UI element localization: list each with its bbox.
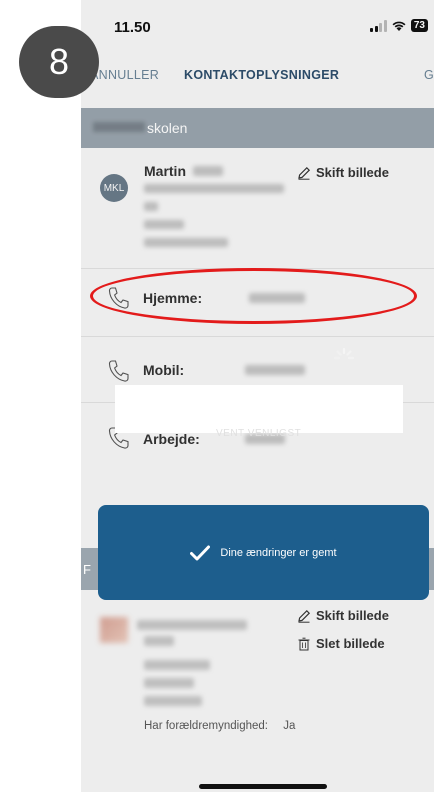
custody-row: Har forældremyndighed: Ja xyxy=(144,720,295,732)
status-bar: 11.50 73 xyxy=(81,0,434,50)
home-indicator[interactable] xyxy=(199,784,327,789)
status-time: 11.50 xyxy=(114,19,151,36)
nav-bar: ANNULLER KONTAKTOPLYSNINGER GEM xyxy=(81,50,434,100)
custody-label: Har forældremyndighed: xyxy=(144,720,269,732)
redacted-text xyxy=(144,220,184,229)
success-toast: Dine ændringer er gemt xyxy=(98,505,429,600)
battery-icon: 73 xyxy=(410,19,428,32)
phone-icon xyxy=(108,360,129,382)
school-header: skolen xyxy=(81,108,434,148)
wifi-icon xyxy=(392,21,406,31)
redacted-text xyxy=(144,660,210,670)
section-letter: F xyxy=(83,562,91,577)
redacted-text xyxy=(144,636,174,646)
trash-icon xyxy=(298,637,310,650)
change-photo-label: Skift billede xyxy=(316,165,389,180)
pencil-icon xyxy=(298,166,311,180)
contact-label-home: Hjemme: xyxy=(143,290,203,306)
toast-message: Dine ændringer er gemt xyxy=(220,546,337,559)
loading-spinner-icon xyxy=(333,347,355,360)
redacted-text xyxy=(144,238,228,247)
change-photo-button[interactable]: Skift billede xyxy=(297,165,389,180)
step-badge: 8 xyxy=(19,26,99,98)
custody-value: Ja xyxy=(283,720,296,732)
redacted-text xyxy=(144,184,284,193)
page-title: KONTAKTOPLYSNINGER xyxy=(184,68,340,82)
redacted-text xyxy=(193,166,223,176)
school-name: skolen xyxy=(147,120,188,136)
contact-row-home[interactable]: Hjemme: xyxy=(81,268,434,326)
redacted-text xyxy=(137,620,247,630)
status-icons: 73 xyxy=(370,19,428,32)
avatar: MKL xyxy=(100,174,128,202)
redacted-text xyxy=(249,293,305,303)
profile-name: Martin xyxy=(144,163,186,179)
contact-label-work: Arbejde: xyxy=(143,431,200,447)
delete-photo-button[interactable]: Slet billede xyxy=(297,636,385,651)
parent-change-photo-label: Skift billede xyxy=(316,608,389,623)
phone-icon xyxy=(108,287,129,309)
loading-text: VENT VENLIGST xyxy=(216,428,302,439)
redacted-text xyxy=(144,202,158,211)
school-name-redacted xyxy=(93,122,145,132)
contact-label-mobile: Mobil: xyxy=(143,362,185,378)
pencil-icon xyxy=(298,609,311,623)
parent-photo xyxy=(100,617,128,643)
checkmark-icon xyxy=(190,545,211,560)
delete-photo-label: Slet billede xyxy=(316,636,385,651)
parent-change-photo-button[interactable]: Skift billede xyxy=(297,608,389,623)
redacted-text xyxy=(144,696,202,706)
redacted-text xyxy=(245,365,305,375)
redaction-box xyxy=(115,385,403,433)
signal-icon xyxy=(370,19,387,32)
save-button[interactable]: GEM xyxy=(424,68,434,82)
cancel-button[interactable]: ANNULLER xyxy=(90,68,159,82)
redacted-text xyxy=(144,678,194,688)
